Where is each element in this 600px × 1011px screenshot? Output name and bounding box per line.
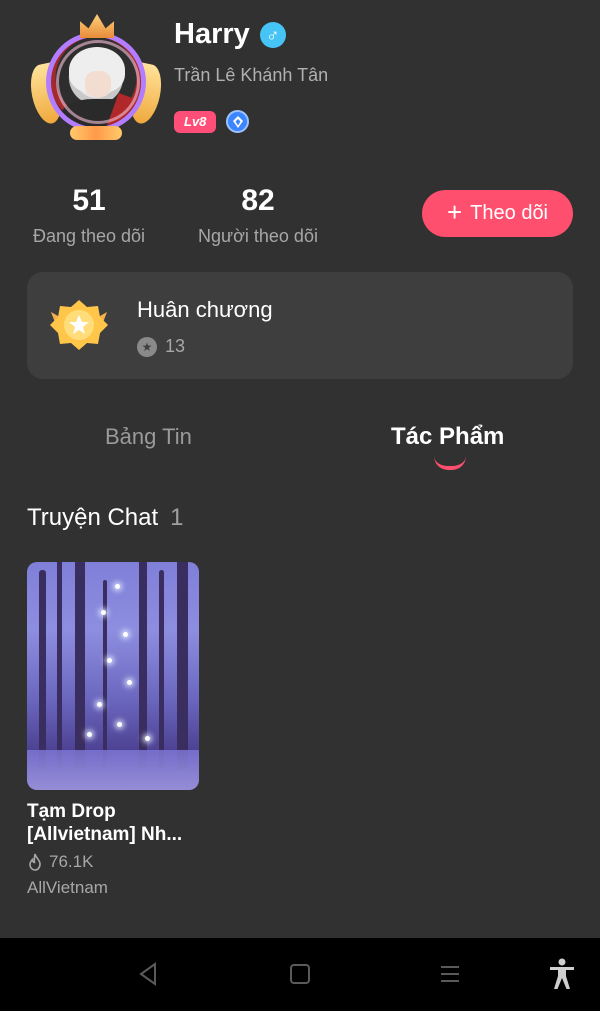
- home-icon[interactable]: [280, 958, 320, 990]
- following-label: Đang theo dõi: [32, 226, 146, 246]
- gem-icon[interactable]: [226, 110, 250, 133]
- recent-apps-icon[interactable]: [430, 958, 470, 990]
- following-stat[interactable]: 51 Đang theo dõi: [27, 182, 151, 247]
- profile-screen: Harry ♂ Trần Lê Khánh Tân Lv8 51 Đang th…: [0, 0, 600, 938]
- section-header: Truyện Chat 1: [27, 504, 184, 532]
- avatar[interactable]: [26, 14, 166, 140]
- followers-stat[interactable]: 82 Người theo dõi: [192, 182, 324, 247]
- story-author[interactable]: AllVietnam: [27, 878, 108, 898]
- medal-card[interactable]: Huân chương ★ 13: [27, 272, 573, 379]
- gender-male-icon: ♂: [259, 21, 286, 48]
- real-name: Trần Lê Khánh Tân: [174, 65, 329, 85]
- section-count: 1: [170, 504, 184, 531]
- star-icon: ★: [137, 336, 157, 357]
- story-views: 76.1K: [27, 852, 93, 872]
- follow-button[interactable]: + Theo dõi: [422, 190, 573, 237]
- name-row: Harry ♂: [174, 18, 286, 51]
- level-badge[interactable]: Lv8: [174, 110, 217, 133]
- display-name: Harry: [174, 18, 250, 50]
- following-count: 51: [72, 184, 106, 217]
- avatar-frame-crown: [80, 14, 114, 38]
- tab-works[interactable]: Tác Phẩm: [391, 423, 504, 451]
- medal-title: Huân chương: [137, 297, 273, 322]
- section-title: Truyện Chat: [27, 504, 159, 531]
- follow-button-label: Theo dõi: [470, 202, 549, 224]
- followers-label: Người theo dõi: [198, 226, 318, 246]
- followers-count: 82: [241, 184, 275, 217]
- tab-feed[interactable]: Bảng Tin: [105, 424, 192, 450]
- medal-icon: [50, 300, 108, 350]
- back-icon[interactable]: [128, 958, 168, 990]
- medal-count: 13: [165, 336, 186, 356]
- active-tab-indicator: [434, 456, 466, 470]
- story-title[interactable]: Tạm Drop [Allvietnam] Nh...: [27, 800, 207, 846]
- system-nav-bar: [0, 938, 600, 1011]
- medal-count-row: ★ 13: [137, 336, 185, 357]
- accessibility-icon[interactable]: [542, 958, 582, 990]
- fire-icon: [29, 853, 41, 871]
- story-cover-image[interactable]: [27, 562, 199, 790]
- avatar-frame-ribbon: [70, 126, 122, 140]
- badge-row: Lv8: [174, 110, 250, 133]
- plus-icon: +: [446, 197, 463, 227]
- story-views-count: 76.1K: [49, 852, 94, 871]
